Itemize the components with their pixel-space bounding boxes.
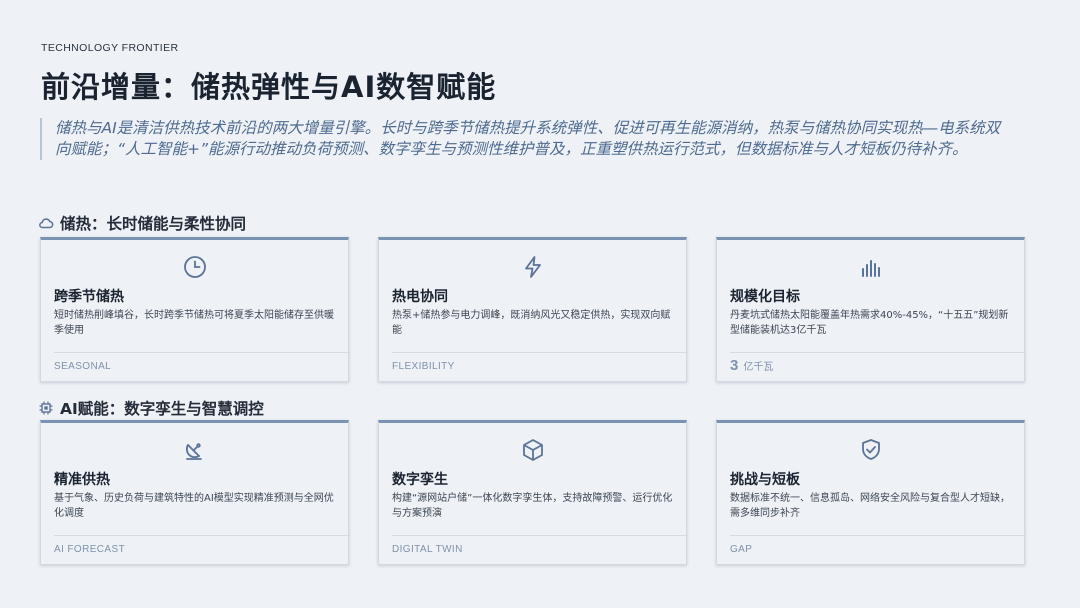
- section-title: 储热：长时储能与柔性协同: [60, 215, 247, 233]
- card-precise-heating: 精准供热 基于气象、历史负荷与建筑特性的AI模型实现精准预测与全网优化调度 AI…: [40, 420, 350, 565]
- card-description: 数据标准不统一、信息孤岛、网络安全风险与复合型人才短缺，需多维同步补齐: [730, 493, 1010, 519]
- card-title: 挑战与短板: [730, 472, 800, 488]
- satellite-dish-icon: [41, 437, 348, 465]
- card-heat-power-synergy: 热电协同 热泵+储热参与电力调峰，既消纳风光又稳定供热，实现双向赋能 FLEXI…: [378, 237, 688, 382]
- clock-icon: [41, 254, 348, 282]
- card-digital-twin: 数字孪生 构建“源网站户储”一体化数字孪生体，支持故障预警、运行优化与方案预演 …: [378, 420, 688, 565]
- card-divider: [730, 535, 1026, 536]
- card-description: 短时储热削峰填谷，长时跨季节储热可将夏季太阳能储存至供暖季使用: [54, 310, 334, 336]
- section-title: AI赋能：数字孪生与智慧调控: [60, 400, 264, 418]
- card-description: 基于气象、历史负荷与建筑特性的AI模型实现精准预测与全网优化调度: [54, 493, 334, 519]
- card-scale-target: 规模化目标 丹麦坑式储热太阳能覆盖年热需求40%-45%，“十五五”规划新型储能…: [716, 237, 1026, 382]
- metric-value: 3: [730, 357, 739, 374]
- lightning-icon: [379, 254, 686, 282]
- metric-unit: 亿千瓦: [743, 362, 774, 373]
- intro-paragraph: 储热与AI是清洁供热技术前沿的两大增量引擎。长时与跨季节储热提升系统弹性、促进可…: [40, 118, 1005, 160]
- card-seasonal-storage: 跨季节储热 短时储热削峰填谷，长时跨季节储热可将夏季太阳能储存至供暖季使用 SE…: [40, 237, 350, 382]
- card-tag: AI FORECAST: [54, 544, 126, 555]
- card-tag: FLEXIBILITY: [392, 361, 455, 372]
- card-tag: DIGITAL TWIN: [392, 544, 463, 555]
- section-heading-storage: 储热：长时储能与柔性协同: [38, 212, 246, 234]
- card-title: 跨季节储热: [54, 289, 124, 305]
- cube-icon: [379, 437, 686, 465]
- eyebrow-label: TECHNOLOGY FRONTIER: [41, 42, 179, 54]
- card-metric: 3 亿千瓦: [730, 357, 773, 374]
- page-title: 前沿增量：储热弹性与AI数智赋能: [41, 70, 497, 104]
- card-divider: [392, 535, 688, 536]
- bar-chart-icon: [717, 254, 1024, 282]
- card-description: 丹麦坑式储热太阳能覆盖年热需求40%-45%，“十五五”规划新型储能装机达3亿千…: [730, 310, 1009, 336]
- card-title: 数字孪生: [392, 472, 448, 488]
- card-title: 规模化目标: [730, 289, 800, 305]
- card-tag: GAP: [730, 544, 753, 555]
- cloud-icon: [38, 215, 54, 231]
- chip-icon: [38, 400, 54, 416]
- card-description: 构建“源网站户储”一体化数字孪生体，支持故障预警、运行优化与方案预演: [392, 493, 673, 519]
- card-divider: [54, 535, 350, 536]
- card-divider: [730, 352, 1026, 353]
- shield-check-icon: [717, 437, 1024, 465]
- card-title: 热电协同: [392, 289, 448, 305]
- section-heading-ai: AI赋能：数字孪生与智慧调控: [38, 397, 264, 419]
- card-divider: [392, 352, 688, 353]
- card-divider: [54, 352, 350, 353]
- card-title: 精准供热: [54, 472, 110, 488]
- card-description: 热泵+储热参与电力调峰，既消纳风光又稳定供热，实现双向赋能: [392, 310, 671, 336]
- card-tag: SEASONAL: [54, 361, 112, 372]
- card-challenges: 挑战与短板 数据标准不统一、信息孤岛、网络安全风险与复合型人才短缺，需多维同步补…: [716, 420, 1026, 565]
